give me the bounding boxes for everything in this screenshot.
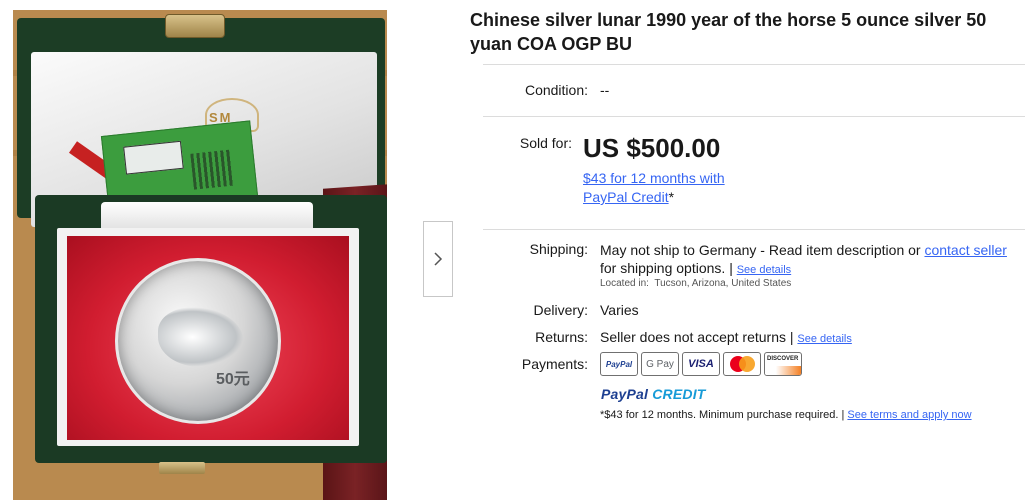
credit-asterisk: * bbox=[668, 189, 675, 205]
shipping-label: Shipping: bbox=[529, 241, 588, 257]
gallery-next-button[interactable] bbox=[423, 221, 453, 297]
shipping-info: May not ship to Germany - Read item desc… bbox=[600, 241, 1025, 279]
paypal-credit-logo: PayPal CREDIT bbox=[601, 386, 706, 402]
divider bbox=[483, 229, 1025, 230]
coin-denomination: 50元 bbox=[216, 371, 250, 388]
location-value: Tucson, Arizona, United States bbox=[654, 278, 792, 289]
discover-icon: DISCOVER bbox=[764, 352, 802, 376]
sold-for-label: Sold for: bbox=[519, 135, 572, 151]
returns-info: Seller does not accept returns | See det… bbox=[600, 329, 852, 345]
divider bbox=[483, 116, 1025, 117]
visa-icon: VISA bbox=[682, 352, 720, 376]
horse-relief bbox=[158, 307, 244, 367]
condition-label: Condition: bbox=[524, 82, 588, 98]
see-terms-link[interactable]: See terms and apply now bbox=[847, 409, 971, 421]
credit-offer-line2[interactable]: PayPal Credit bbox=[583, 189, 669, 205]
credit-offer-line1[interactable]: $43 for 12 months with bbox=[583, 170, 725, 186]
shipping-see-details-link[interactable]: See details bbox=[737, 264, 791, 276]
google-pay-icon: G Pay bbox=[641, 352, 679, 376]
box-clasp bbox=[165, 14, 225, 38]
payment-methods: PayPal G Pay VISA DISCOVER bbox=[600, 352, 802, 376]
divider bbox=[483, 64, 1025, 65]
item-photo[interactable]: SM 50元 bbox=[13, 10, 387, 500]
delivery-label: Delivery: bbox=[533, 302, 588, 318]
item-location: Located in: Tucson, Arizona, United Stat… bbox=[600, 278, 791, 289]
paypal-credit-offer[interactable]: $43 for 12 months with PayPal Credit* bbox=[583, 169, 725, 207]
credit-footnote: *$43 for 12 months. Minimum purchase req… bbox=[600, 409, 972, 421]
location-label: Located in: bbox=[600, 278, 649, 289]
silver-coin: 50元 bbox=[115, 258, 281, 424]
booklet-picture bbox=[123, 140, 184, 175]
payments-label: Payments: bbox=[521, 356, 588, 372]
listing-title: Chinese silver lunar 1990 year of the ho… bbox=[470, 10, 987, 54]
returns-value: Seller does not accept returns | bbox=[600, 329, 798, 345]
paypal-icon: PayPal bbox=[600, 352, 638, 376]
booklet-script bbox=[190, 149, 234, 190]
front-clasp bbox=[159, 462, 205, 474]
delivery-value: Varies bbox=[600, 302, 639, 318]
shipping-text: May not ship to Germany - Read item desc… bbox=[600, 242, 925, 258]
mastercard-icon bbox=[723, 352, 761, 376]
returns-label: Returns: bbox=[535, 329, 588, 345]
returns-see-details-link[interactable]: See details bbox=[797, 333, 851, 345]
footnote-text: *$43 for 12 months. Minimum purchase req… bbox=[600, 409, 848, 421]
condition-value: -- bbox=[600, 82, 610, 98]
shipping-text-2: for shipping options. | bbox=[600, 260, 737, 276]
sold-price: US $500.00 bbox=[583, 133, 721, 163]
contact-seller-link[interactable]: contact seller bbox=[924, 242, 1006, 258]
chevron-right-icon bbox=[434, 252, 443, 266]
